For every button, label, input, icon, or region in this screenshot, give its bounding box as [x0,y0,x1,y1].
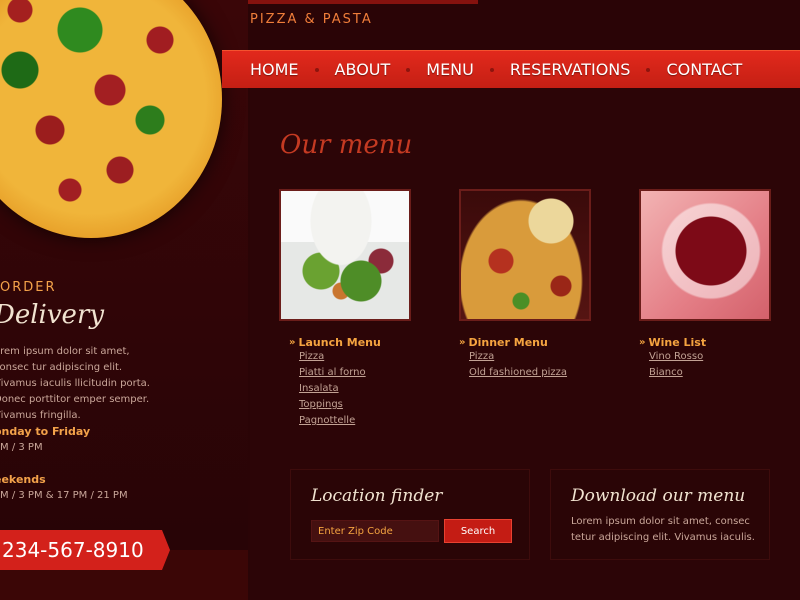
menu-link-pizza[interactable]: Pizza [469,349,567,365]
menu-column-title[interactable]: » Wine List [639,336,706,349]
menu-title-lunch[interactable]: Launch Menu [298,336,380,349]
logo[interactable] [248,0,478,4]
hours-label-weekends: eekends [0,473,46,486]
menu-title-dinner[interactable]: Dinner Menu [468,336,547,349]
pizza-photo[interactable] [459,189,591,321]
nav-home[interactable]: HOME [250,60,299,79]
menu-title-wine[interactable]: Wine List [648,336,706,349]
menu-link-insalata[interactable]: Insalata [299,381,381,397]
nav-about[interactable]: ABOUT [335,60,391,79]
page-title: Our menu [280,130,413,160]
menu-column-wine: » Wine List Vino Rosso Bianco [639,336,706,381]
menu-link-pagnottelle[interactable]: Pagnottelle [299,413,381,429]
menu-link-vino-rosso[interactable]: Vino Rosso [649,349,706,365]
salad-photo[interactable] [279,189,411,321]
nav-separator [314,67,319,72]
download-menu-box: Download our menu Lorem ipsum dolor sit … [550,469,770,560]
hours-value-weekdays: PM / 3 PM [0,442,43,453]
nav-separator [646,67,651,72]
menu-link-piatti[interactable]: Piatti al forno [299,365,381,381]
menu-link-bianco[interactable]: Bianco [649,365,706,381]
sidebar-text: orem ipsum dolor sit amet, consec tur ad… [0,346,150,421]
download-menu-text: Lorem ipsum dolor sit amet, consec tetur… [571,516,755,543]
phone-number: 234-567-8910 [2,538,144,562]
hours-label-weekdays: onday to Friday [0,425,91,438]
search-button[interactable]: Search [444,519,512,543]
nav-contact[interactable]: CONTACT [666,60,742,79]
menu-link-toppings[interactable]: Toppings [299,397,381,413]
nav-separator [406,67,411,72]
zip-code-input[interactable] [311,520,439,542]
location-finder-title: Location finder [311,486,443,506]
menu-link-old-fashioned[interactable]: Old fashioned pizza [469,365,567,381]
nav-separator [489,67,494,72]
order-title: ORDER [0,280,57,295]
double-chevron-icon: » [289,337,296,348]
delivery-title: Delivery [0,300,105,330]
double-chevron-icon: » [639,337,646,348]
phone-banner: 234-567-8910 [0,530,170,570]
hours-value-weekends: PM / 3 PM & 17 PM / 21 PM [0,490,128,501]
wine-photo[interactable] [639,189,771,321]
menu-link-pizza[interactable]: Pizza [299,349,381,365]
menu-column-title[interactable]: » Dinner Menu [459,336,567,349]
main-nav: HOME ABOUT MENU RESERVATIONS CONTACT [222,50,800,88]
menu-column-title[interactable]: » Launch Menu [289,336,381,349]
logo-subtitle: PIZZA & PASTA [250,12,373,27]
menu-column-dinner: » Dinner Menu Pizza Old fashioned pizza [459,336,567,381]
nav-reservations[interactable]: RESERVATIONS [510,60,631,79]
double-chevron-icon: » [459,337,466,348]
location-finder-box: Location finder Search [290,469,530,560]
download-menu-title[interactable]: Download our menu [571,486,745,506]
nav-menu[interactable]: MENU [426,60,474,79]
menu-column-lunch: » Launch Menu Pizza Piatti al forno Insa… [289,336,381,429]
